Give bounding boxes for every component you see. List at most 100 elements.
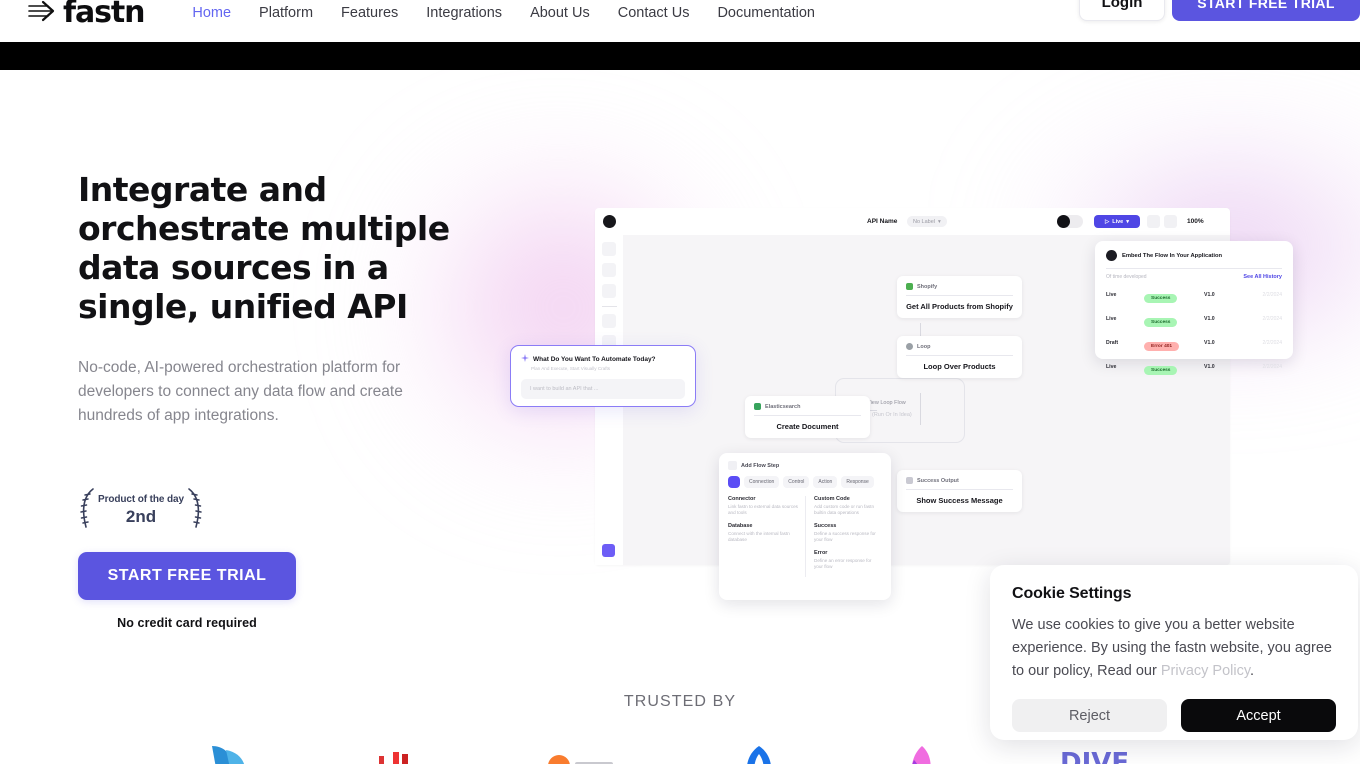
history-date: 2/2/2024 (1262, 292, 1282, 298)
sidebar-divider (601, 306, 617, 307)
flow-node-loop[interactable]: Loop Loop Over Products (897, 336, 1022, 378)
add-step-item-connector[interactable]: Connector Link fastn to external data so… (728, 496, 799, 516)
image-icon[interactable] (602, 263, 616, 277)
tab-action[interactable]: Action (813, 476, 838, 488)
ai-card-title: What Do You Want To Automate Today? (533, 355, 656, 363)
panel-subheader: Of time developed See All History (1106, 274, 1282, 280)
history-row: Live Success V1.0 2/2/2024 (1106, 310, 1282, 328)
node-title: Loop Over Products (923, 362, 996, 371)
output-icon (906, 477, 913, 484)
add-step-item-desc: Link fastn to external data sources and … (728, 504, 798, 515)
product-logo-icon (603, 215, 616, 228)
history-state: Live (1106, 292, 1117, 298)
header-actions: Login START FREE TRIAL (1079, 0, 1360, 21)
status-badge: Success (1144, 318, 1178, 327)
privacy-policy-link[interactable]: Privacy Policy (1161, 663, 1250, 679)
history-status-badge-wrap: Success (1144, 310, 1204, 328)
panel-title: Embed The Flow In Your Application (1122, 252, 1223, 259)
tab-all-icon[interactable] (728, 476, 740, 488)
history-date: 2/2/2024 (1262, 340, 1282, 346)
sparkle-icon (521, 354, 529, 364)
svg-text:DIVE: DIVE (1060, 748, 1129, 764)
ai-card-subtitle: Plan And Execute, Start Visually Crafts (531, 366, 611, 371)
partner-logo-1 (206, 740, 260, 764)
add-step-icon (728, 461, 737, 470)
no-label-text: No Label (913, 218, 936, 225)
chevron-down-icon: ▾ (1126, 218, 1129, 225)
ai-prompt-card: What Do You Want To Automate Today? Plan… (510, 345, 696, 407)
no-label-dropdown[interactable]: No Label ▾ (907, 216, 947, 227)
flow-node-elasticsearch[interactable]: Elasticsearch Create Document (745, 396, 870, 438)
tab-response[interactable]: Response (841, 476, 874, 488)
tab-control[interactable]: Control (783, 476, 810, 488)
ai-prompt-input[interactable]: I want to build an API that ... (521, 379, 685, 399)
history-status-badge-wrap: Error 401 (1144, 334, 1204, 352)
nav-item-features[interactable]: Features (341, 5, 398, 21)
history-status-badge-wrap: Success (1144, 286, 1204, 304)
partner-logo-3 (543, 740, 623, 764)
apps-icon[interactable] (602, 544, 615, 557)
flow-node-success-output[interactable]: Success Output Show Success Message (897, 470, 1022, 512)
node-header: Elasticsearch (754, 403, 861, 410)
status-badge: Success (1144, 366, 1178, 375)
hero-cta-block: START FREE TRIAL No credit card required (78, 552, 478, 630)
badge-rank: 2nd (125, 507, 157, 526)
add-step-item-success[interactable]: Success Define a success response for yo… (814, 523, 876, 543)
site-logo[interactable]: fastn (26, 0, 145, 28)
badge-top-label: Product of the day (98, 494, 184, 505)
env-toggle[interactable] (1057, 215, 1083, 228)
add-step-item-title: Error (814, 550, 828, 556)
cookie-title: Cookie Settings (1012, 585, 1132, 602)
header-start-free-trial-button[interactable]: START FREE TRIAL (1172, 0, 1360, 21)
cookie-accept-button[interactable]: Accept (1181, 699, 1336, 732)
add-step-right-column: Custom Code Add custom code or run fastn… (805, 496, 882, 577)
add-step-item-title: Custom Code (814, 496, 850, 502)
node-title: Get All Products from Shopify (906, 302, 1013, 311)
add-step-item-error[interactable]: Error Define an error response for your … (814, 550, 876, 570)
history-row: Live Success V1.0 2/2/2024 (1106, 286, 1282, 304)
hero-cta-note: No credit card required (117, 616, 257, 630)
add-step-item-desc: Add custom code or run fastn builtin dat… (814, 504, 875, 515)
add-step-item-database[interactable]: Database Connect with the internal fastn… (728, 523, 799, 543)
nav-item-documentation[interactable]: Documentation (717, 5, 815, 21)
edit-icon[interactable] (602, 314, 616, 328)
partner-logo-6: DIVE (1058, 740, 1154, 764)
grid-icon[interactable] (1147, 215, 1160, 228)
flow-node-shopify[interactable]: Shopify Get All Products from Shopify (897, 276, 1022, 318)
zoom-level-label[interactable]: 100% (1187, 218, 1204, 225)
nav-item-contact-us[interactable]: Contact Us (618, 5, 690, 21)
login-button[interactable]: Login (1079, 0, 1165, 21)
landing-page: fastn Home Platform Features Integration… (0, 0, 1360, 764)
history-version: V1.0 (1204, 292, 1215, 298)
history-state: Live (1106, 316, 1117, 322)
nav-item-home[interactable]: Home (192, 5, 231, 21)
product-hunt-badge[interactable]: Product of the day 2nd (78, 486, 204, 530)
settings-icon[interactable] (602, 284, 616, 298)
play-icon: ▷ (1104, 218, 1110, 225)
home-icon[interactable] (602, 242, 616, 256)
nav-item-integrations[interactable]: Integrations (426, 5, 502, 21)
hero-start-free-trial-button[interactable]: START FREE TRIAL (78, 552, 296, 600)
save-icon[interactable] (1164, 215, 1177, 228)
api-name-label: API Name (867, 218, 898, 225)
nav-item-about-us[interactable]: About Us (530, 5, 590, 21)
see-all-history-link[interactable]: See All History (1243, 274, 1282, 280)
live-label: Live (1112, 218, 1124, 225)
laurel-left-icon (78, 486, 98, 530)
live-run-button[interactable]: ▷ Live ▾ (1094, 215, 1140, 228)
cookie-reject-button[interactable]: Reject (1012, 699, 1167, 732)
nav-item-platform[interactable]: Platform (259, 5, 313, 21)
loop-icon (906, 343, 913, 350)
partner-logo-2 (371, 740, 431, 764)
add-step-tabs: Connection Control Action Response (728, 476, 882, 488)
embed-history-panel: Embed The Flow In Your Application Of ti… (1095, 241, 1293, 375)
node-divider (906, 489, 1013, 490)
add-step-item-custom-code[interactable]: Custom Code Add custom code or run fastn… (814, 496, 876, 516)
status-badge: Success (1144, 294, 1178, 303)
history-version: V1.0 (1204, 316, 1215, 322)
node-source-label: Shopify (917, 283, 938, 290)
cookie-body: We use cookies to give you a better webs… (1012, 614, 1336, 683)
hero-copy: Integrate and orchestrate multiple data … (78, 170, 478, 630)
tab-connection[interactable]: Connection (744, 476, 780, 488)
loop-caption-line1: View Loop Flow (867, 400, 906, 406)
